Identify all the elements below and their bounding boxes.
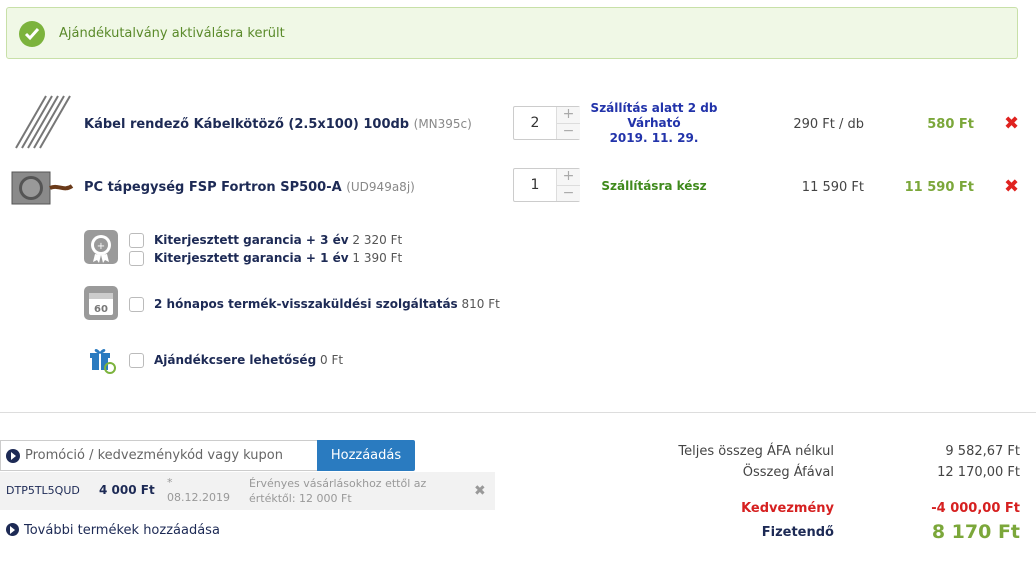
product-name[interactable]: Kábel rendező Kábelkötöző (2.5x100) 100d… <box>84 117 472 132</box>
unit-price: 290 Ft / db <box>793 117 864 132</box>
discount-label: Kedvezmény <box>741 501 834 516</box>
quantity-value[interactable]: 1 <box>514 169 556 201</box>
promo-placeholder: Promóció / kedvezménykód vagy kupon <box>25 448 283 463</box>
promo-input[interactable]: Promóció / kedvezménykód vagy kupon <box>0 440 318 471</box>
gift-exchange-checkbox[interactable] <box>129 353 144 368</box>
decrease-button[interactable]: − <box>557 185 580 201</box>
remove-coupon-icon[interactable]: ✖ <box>474 483 486 499</box>
discount-value: -4 000,00 Ft <box>931 501 1020 516</box>
payable-value: 8 170 Ft <box>931 521 1020 543</box>
quantity-stepper[interactable]: 2 + − <box>513 106 580 140</box>
option-label[interactable]: Kiterjesztett garancia + 3 év <box>154 233 349 247</box>
unit-price: 11 590 Ft <box>801 180 864 195</box>
quantity-value[interactable]: 2 <box>514 107 556 139</box>
warranty-1y-option[interactable]: Kiterjesztett garancia + 1 év 1 390 Ft <box>154 251 402 265</box>
success-alert: Ajándékutalvány aktiválásra került <box>6 7 1018 59</box>
add-promo-button[interactable]: Hozzáadás <box>317 440 415 471</box>
gross-total-value: 12 170,00 Ft <box>937 465 1020 480</box>
warranty-1y-checkbox[interactable] <box>129 251 144 266</box>
option-price: 0 Ft <box>320 353 344 367</box>
product-name[interactable]: PC tápegység FSP Fortron SP500-A (UD949a… <box>84 180 415 195</box>
coupon-date: 08.12.2019 <box>167 491 230 504</box>
line-total: 11 590 Ft <box>904 180 974 195</box>
status-line: Szállítás alatt 2 db <box>590 101 718 115</box>
option-price: 810 Ft <box>461 297 500 311</box>
product-code: (MN395c) <box>413 117 472 131</box>
warranty-icon: + <box>84 230 118 264</box>
decrease-button[interactable]: − <box>557 123 580 139</box>
shipping-status: Szállításra kész <box>586 179 722 194</box>
quantity-stepper[interactable]: 1 + − <box>513 168 580 202</box>
net-total-value: 9 582,67 Ft <box>945 444 1020 459</box>
arrow-circle-icon <box>6 449 20 463</box>
promo-form: Promóció / kedvezménykód vagy kupon Hozz… <box>0 440 415 471</box>
gift-exchange-icon <box>90 349 116 374</box>
option-label[interactable]: 2 hónapos termék-visszaküldési szolgálta… <box>154 297 458 311</box>
status-line: Várható <box>627 116 681 130</box>
coupon-code: DTP5TL5QUD <box>6 484 80 497</box>
status-line: 2019. 11. 29. <box>609 131 699 145</box>
arrow-circle-icon <box>6 523 19 536</box>
svg-text:60: 60 <box>94 304 108 315</box>
option-price: 2 320 Ft <box>352 233 403 247</box>
cable-ties-image <box>15 95 71 149</box>
option-label[interactable]: Kiterjesztett garancia + 1 év <box>154 251 349 265</box>
warranty-3y-checkbox[interactable] <box>129 233 144 248</box>
return-60-days-icon: 60 <box>84 286 118 320</box>
return-service-checkbox[interactable] <box>129 297 144 312</box>
applied-coupon: DTP5TL5QUD 4 000 Ft * 08.12.2019 Érvénye… <box>0 472 495 510</box>
payable-label: Fizetendő <box>761 525 834 540</box>
more-link-label[interactable]: További termékek hozzáadása <box>24 523 220 538</box>
warranty-3y-option[interactable]: Kiterjesztett garancia + 3 év 2 320 Ft <box>154 233 402 247</box>
product-link[interactable]: PC tápegység FSP Fortron SP500-A <box>84 180 342 195</box>
add-more-products-link[interactable]: További termékek hozzáadása <box>6 523 220 538</box>
coupon-amount: 4 000 Ft <box>99 483 155 497</box>
product-link[interactable]: Kábel rendező Kábelkötöző (2.5x100) 100d… <box>84 117 409 132</box>
cart-item: PC tápegység FSP Fortron SP500-A (UD949a… <box>0 166 1036 210</box>
svg-text:+: + <box>97 241 105 252</box>
coupon-asterisk: * <box>167 476 173 489</box>
option-price: 1 390 Ft <box>352 251 403 265</box>
gift-exchange-option[interactable]: Ajándékcsere lehetőség 0 Ft <box>154 353 343 367</box>
coupon-validity: Érvényes vásárlásokhoz ettől az értéktől… <box>249 477 427 505</box>
shipping-status: Szállítás alatt 2 db Várható 2019. 11. 2… <box>586 101 722 146</box>
option-label[interactable]: Ajándékcsere lehetőség <box>154 353 316 367</box>
divider <box>0 412 1036 413</box>
increase-button[interactable]: + <box>557 169 580 185</box>
net-total-label: Teljes összeg ÁFA nélkul <box>678 444 834 459</box>
return-service-option[interactable]: 2 hónapos termék-visszaküldési szolgálta… <box>154 297 500 311</box>
status-line: Szállításra kész <box>601 179 707 193</box>
alert-message: Ajándékutalvány aktiválásra került <box>59 26 285 41</box>
remove-icon[interactable]: ✖ <box>1004 113 1019 134</box>
cart-item: Kábel rendező Kábelkötöző (2.5x100) 100d… <box>0 90 1036 154</box>
line-total: 580 Ft <box>927 117 974 132</box>
increase-button[interactable]: + <box>557 107 580 123</box>
power-supply-image <box>11 171 74 205</box>
remove-icon[interactable]: ✖ <box>1004 176 1019 197</box>
gross-total-label: Összeg Áfával <box>742 465 834 480</box>
check-circle-icon <box>19 21 45 47</box>
product-code: (UD949a8j) <box>346 180 415 194</box>
